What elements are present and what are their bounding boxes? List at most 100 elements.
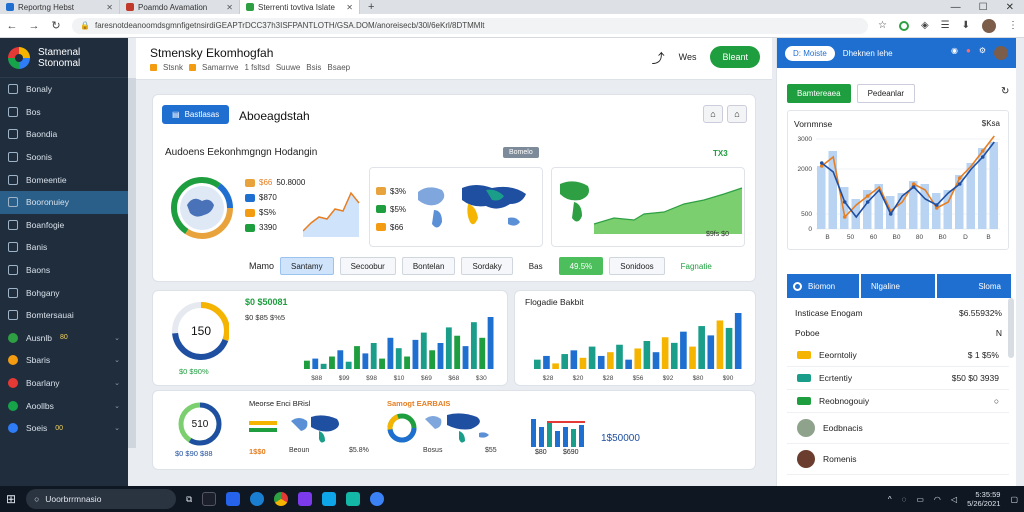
extension-icon[interactable]: [898, 20, 909, 31]
sidebar-item[interactable]: Boarlany ⌄: [0, 372, 128, 395]
app-icon-4[interactable]: [322, 492, 337, 506]
tab-biomon[interactable]: Biomon: [787, 274, 859, 298]
browser-tab-1[interactable]: Reportng Hebst ✕: [0, 0, 120, 14]
sidebar-item[interactable]: Bomeentie: [0, 168, 128, 191]
close-icon[interactable]: ✕: [106, 3, 113, 12]
header-action-link[interactable]: Wes: [679, 52, 697, 62]
chevron-down-icon[interactable]: ⌄: [114, 402, 120, 410]
reload-icon[interactable]: ↻: [50, 19, 62, 32]
tab-sloma[interactable]: Sloma: [937, 274, 1011, 298]
filter-chip[interactable]: Fagnatie: [671, 257, 722, 275]
edge-icon[interactable]: [250, 492, 265, 506]
notification-icon[interactable]: ●: [966, 46, 971, 60]
filter-chip[interactable]: Bas: [519, 257, 553, 275]
sidebar-item[interactable]: Ausnlb 80 ⌄: [0, 327, 128, 350]
sidebar-item[interactable]: Aoollbs ⌄: [0, 394, 128, 417]
filter-chip[interactable]: Sonidoos: [609, 257, 665, 275]
user-avatar[interactable]: [994, 46, 1008, 60]
wifi-icon[interactable]: ◠: [934, 495, 941, 504]
browser-tab-2[interactable]: Poamdo Avamation ✕: [120, 0, 240, 14]
sidebar-item[interactable]: Bos: [0, 101, 128, 124]
forward-icon[interactable]: →: [28, 20, 40, 32]
sidebar-item[interactable]: Bonaly: [0, 78, 128, 101]
app-icon-6[interactable]: [370, 492, 385, 506]
filter-chip[interactable]: 49.5%: [558, 257, 604, 275]
list-item[interactable]: Romenis: [787, 444, 1009, 475]
sidebar-item[interactable]: Soeis 00 ⌄: [0, 417, 128, 440]
right-scrollbar[interactable]: [1008, 298, 1014, 358]
puzzle-icon[interactable]: ◈: [921, 20, 929, 31]
star-icon[interactable]: ☆: [878, 20, 887, 31]
breadcrumb-item[interactable]: Samarnve: [202, 63, 238, 72]
url-field[interactable]: 🔒 faresnotdeanoomdsgmnfigetnsirdiGEAPTrDC…: [72, 17, 868, 34]
battery-icon[interactable]: ▭: [916, 495, 924, 504]
sidebar-item[interactable]: Booronuiey: [0, 190, 128, 214]
browser-tab-3[interactable]: Sterrenti tovtiva Islate ✕: [240, 0, 360, 14]
back-icon[interactable]: ←: [6, 20, 18, 32]
filter-chip[interactable]: Bontelan: [401, 257, 456, 275]
overview-tag[interactable]: Bomelo: [503, 147, 539, 158]
list-item[interactable]: Reobnogouiy ○: [787, 390, 1009, 413]
volume-icon[interactable]: ◁: [951, 495, 957, 504]
sidebar-item[interactable]: Baons: [0, 259, 128, 282]
new-tab-button[interactable]: +: [360, 1, 382, 13]
sidebar-item[interactable]: Banis: [0, 236, 128, 259]
right-green-button[interactable]: Bamtereaea: [787, 84, 851, 103]
sidebar-item[interactable]: Bohgany: [0, 281, 128, 304]
refresh-icon[interactable]: ↻: [1001, 86, 1009, 97]
breadcrumb-item[interactable]: Stsnk: [163, 63, 183, 72]
filter-chip[interactable]: Santamy: [280, 257, 334, 275]
tab-nlgaline[interactable]: Nlgaline: [861, 274, 935, 298]
right-panel-pill[interactable]: D: Moiste: [785, 45, 835, 61]
app-icon-3[interactable]: [298, 492, 313, 506]
chrome-icon[interactable]: [274, 492, 289, 506]
breadcrumb-item[interactable]: Bsaep: [327, 63, 350, 72]
windows-start-icon[interactable]: ⊞: [6, 492, 16, 506]
sidebar-item[interactable]: Baondia: [0, 123, 128, 146]
breadcrumb-item[interactable]: Suuwe: [276, 63, 300, 72]
chevron-down-icon[interactable]: ⌄: [114, 334, 120, 342]
kebab-icon[interactable]: ⋮: [1008, 20, 1018, 31]
settings-icon[interactable]: ⚙: [979, 46, 986, 60]
list-item[interactable]: Eodbnacis: [787, 413, 1009, 444]
chevron-down-icon[interactable]: ⌄: [114, 379, 120, 387]
sidebar-item[interactable]: Sbaris ⌄: [0, 349, 128, 372]
app-icon-1[interactable]: [202, 492, 217, 506]
chevron-up-icon[interactable]: ^: [888, 495, 892, 504]
sidebar-item[interactable]: Soonis: [0, 146, 128, 169]
lock-button[interactable]: ⌂: [703, 105, 723, 123]
breadcrumb-item[interactable]: Bsis: [306, 63, 321, 72]
profile-avatar[interactable]: [982, 18, 996, 33]
filter-chip[interactable]: Secoobur: [339, 257, 396, 275]
menu-icon[interactable]: ☰: [941, 20, 950, 31]
close-icon[interactable]: ✕: [346, 3, 353, 12]
taskbar-search[interactable]: ○ Uoorbrrmnasio: [26, 489, 177, 509]
chevron-down-icon[interactable]: ⌄: [114, 356, 120, 364]
report-button[interactable]: ▤ Bastlasas: [162, 105, 230, 124]
network-icon[interactable]: ◌: [902, 495, 907, 504]
task-view-icon[interactable]: ⧉: [186, 494, 192, 505]
clock[interactable]: 5:35:59 5/26/2021: [967, 490, 1000, 508]
chat-icon[interactable]: ◉: [951, 46, 958, 60]
chevron-down-icon[interactable]: ⌄: [114, 424, 120, 432]
minimize-button[interactable]: —: [951, 2, 961, 13]
maximize-button[interactable]: ☐: [979, 2, 988, 13]
share-icon[interactable]: ⤴: [652, 48, 665, 67]
download-icon[interactable]: ⬇: [962, 20, 970, 31]
primary-action-button[interactable]: Bleant: [710, 46, 760, 68]
sidebar-item[interactable]: Bomtersauai: [0, 304, 128, 327]
list-item[interactable]: Ecrtentiy $50 $0 3939: [787, 367, 1009, 390]
close-icon[interactable]: ✕: [226, 3, 233, 12]
line-chart-icons[interactable]: $Ksa: [982, 119, 1000, 128]
home-button[interactable]: ⌂: [727, 105, 747, 123]
breadcrumb-item[interactable]: 1 fsltsd: [244, 63, 269, 72]
notifications-icon[interactable]: ▢: [1010, 495, 1018, 504]
sidebar-scrollbar[interactable]: [128, 78, 136, 448]
app-icon-2[interactable]: [226, 492, 241, 506]
sidebar-item[interactable]: Boanfogie: [0, 214, 128, 237]
right-plain-button[interactable]: Pedeanlar: [856, 84, 916, 103]
list-item[interactable]: Eeorntoliy $ 1 $5%: [787, 344, 1009, 367]
close-window-button[interactable]: ✕: [1006, 2, 1014, 13]
filter-chip[interactable]: Sordaky: [461, 257, 513, 275]
app-icon-5[interactable]: [346, 492, 361, 506]
